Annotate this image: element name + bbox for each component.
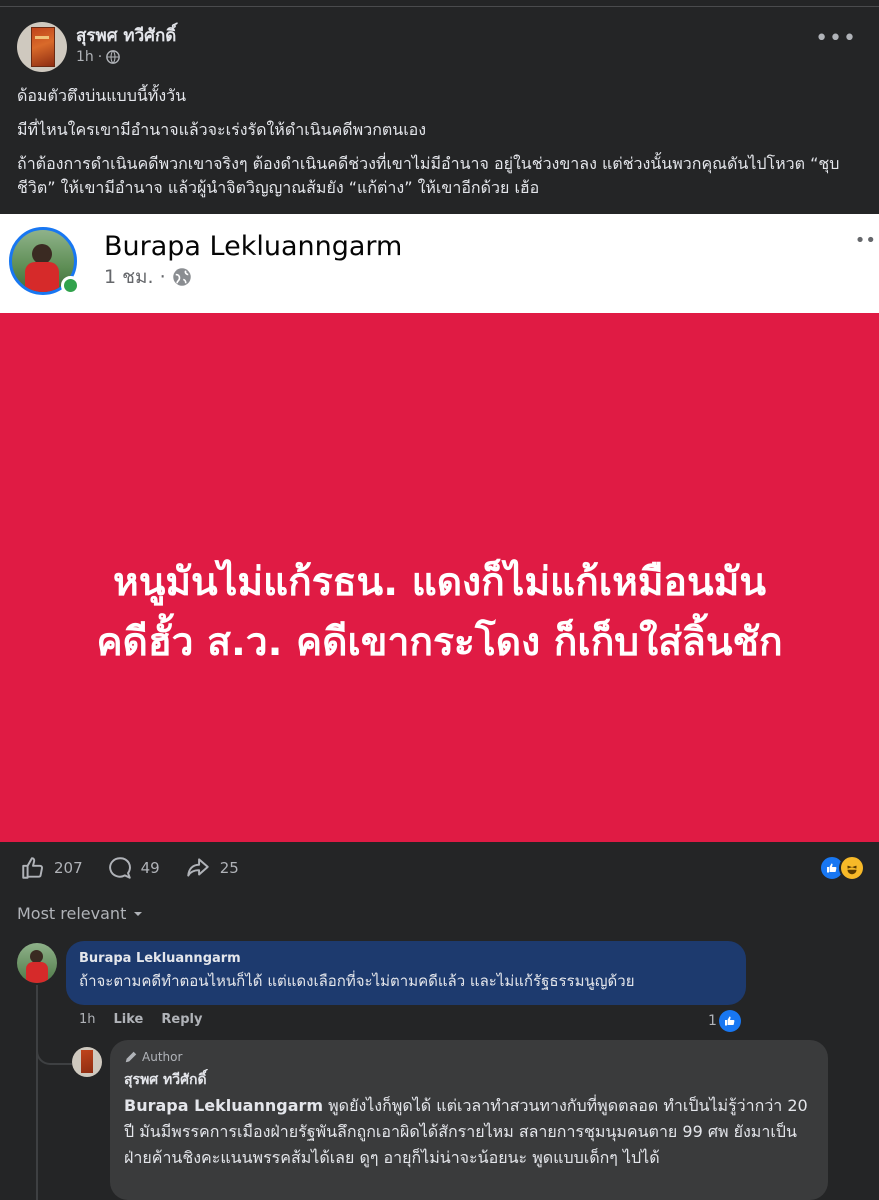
reply-bubble: Author สุรพศ ทวีศักดิ์ Burapa Lekluannga…: [110, 1040, 828, 1200]
post-paragraph: ด้อมตัวตึงบ่นแบบนี้ทั้งวัน: [17, 86, 187, 105]
pen-icon: [125, 1051, 137, 1063]
globe-icon: [106, 50, 121, 64]
thread-line: [36, 985, 38, 1200]
comment-actions: 1h Like Reply: [79, 1012, 202, 1027]
comment-icon: [108, 857, 131, 879]
author-badge-label: Author: [142, 1050, 183, 1064]
post-more-options-icon[interactable]: •••: [815, 28, 857, 50]
like-reaction-icon: [718, 1010, 741, 1032]
shared-quote-background: หนูมันไม่แก้รธน. แดงก็ไม่แก้เหมือนมัน คด…: [0, 313, 879, 842]
comment-action[interactable]: 49: [107, 855, 160, 881]
reply-text: Burapa Lekluanngarm พูดยังไงก็พูดได้ แต่…: [124, 1093, 814, 1171]
comment-time[interactable]: 1h: [79, 1012, 96, 1027]
like-count: 207: [54, 859, 83, 877]
commenter-avatar[interactable]: [17, 943, 57, 983]
share-icon: [187, 858, 209, 877]
book-cover-image: [81, 1050, 93, 1073]
book-cover-image: [31, 27, 55, 67]
shared-meta: 1 ชม. ·: [104, 262, 192, 292]
post-paragraph: ถ้าต้องการดำเนินคดีพวกเขาจริงๆ ต้องดำเนิ…: [17, 154, 840, 197]
sort-label: Most relevant: [17, 904, 127, 923]
reaction-number: 1: [708, 1013, 717, 1029]
online-status-icon: [61, 276, 80, 295]
globe-icon: [172, 268, 191, 286]
comment-text: ถ้าจะตามคดีทำตอนไหนก็ได้ แต่แดงเลือกที่จ…: [79, 972, 635, 990]
dot-separator: ·: [97, 49, 103, 65]
chevron-down-icon: [134, 911, 143, 916]
shared-more-icon: ••: [854, 230, 876, 251]
comment-count: 49: [140, 859, 160, 877]
reply-author[interactable]: สุรพศ ทวีศักดิ์: [124, 1069, 814, 1091]
haha-reaction-icon: [839, 855, 865, 881]
shared-time: 1 ชม. ·: [104, 266, 166, 288]
action-bar: 207 49 25: [20, 855, 263, 881]
comment-author[interactable]: Burapa Lekluanngarm: [79, 951, 733, 966]
author-avatar[interactable]: [17, 22, 67, 72]
comment-reply-button[interactable]: Reply: [161, 1012, 202, 1027]
avatar-person-shirt: [26, 962, 48, 983]
top-divider: [0, 6, 879, 7]
comment-like-button[interactable]: Like: [114, 1012, 144, 1027]
post-meta: 1h ·: [76, 49, 121, 65]
reply-mention[interactable]: Burapa Lekluanngarm: [124, 1096, 323, 1115]
post-paragraph: มีที่ไหนใครเขามีอำนาจแล้วจะเร่งรัดให้ดำเ…: [17, 120, 427, 139]
comment-bubble: Burapa Lekluanngarm ถ้าจะตามคดีทำตอนไหนก…: [66, 941, 746, 1005]
post-author-name[interactable]: สุรพศ ทวีศักดิ์: [76, 22, 176, 49]
avatar-person-head: [32, 244, 52, 264]
shared-author-name: Burapa Lekluanngarm: [104, 231, 403, 262]
comment-reaction-count[interactable]: 1: [708, 1010, 741, 1032]
share-count: 25: [219, 859, 239, 877]
reaction-summary[interactable]: [819, 855, 865, 881]
shared-quote: หนูมันไม่แก้รธน. แดงก็ไม่แก้เหมือนมัน คด…: [0, 553, 879, 673]
author-badge: Author: [124, 1050, 814, 1064]
shared-post-header: Burapa Lekluanngarm 1 ชม. · ••: [0, 214, 879, 313]
quote-line-1: หนูมันไม่แก้รธน. แดงก็ไม่แก้เหมือนมัน: [112, 560, 766, 605]
share-action[interactable]: 25: [184, 855, 239, 881]
thumbs-up-icon: [22, 857, 43, 879]
post-time[interactable]: 1h: [76, 49, 94, 65]
comment-sort-dropdown[interactable]: Most relevant: [17, 904, 144, 923]
like-action[interactable]: 207: [20, 855, 83, 881]
reply-author-avatar[interactable]: [72, 1047, 102, 1077]
post-body: ด้อมตัวตึงบ่นแบบนี้ทั้งวัน มีที่ไหนใครเข…: [17, 84, 862, 210]
avatar-person-shirt: [25, 262, 59, 292]
quote-line-2: คดีฮั้ว ส.ว. คดีเขากระโดง ก็เก็บใส่ลิ้นช…: [96, 620, 783, 665]
shared-post-image[interactable]: Burapa Lekluanngarm 1 ชม. · •• หนูมันไม่…: [0, 214, 879, 842]
reply-connector: [36, 1035, 72, 1065]
